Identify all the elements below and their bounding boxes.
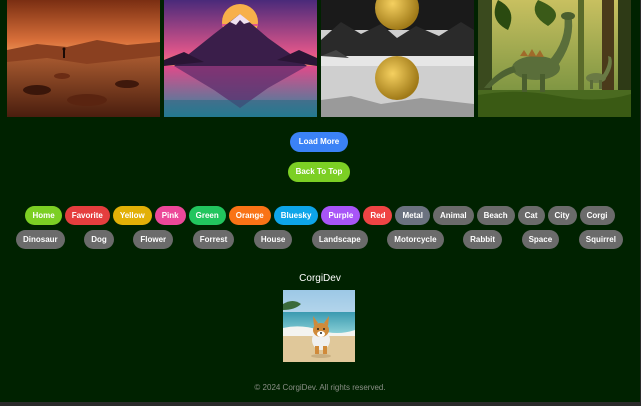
tag-purple[interactable]: Purple [321,206,361,225]
tag-cat[interactable]: Cat [517,206,545,225]
tag-beach[interactable]: Beach [476,206,515,225]
tag-orange[interactable]: Orange [228,206,271,225]
tag-flower[interactable]: Flower [133,230,174,249]
tag-green[interactable]: Green [188,206,226,225]
gallery-image-synthwave-mountain[interactable] [164,0,317,117]
tag-landscape[interactable]: Landscape [311,230,368,249]
tag-forrest[interactable]: Forrest [192,230,235,249]
load-more-button[interactable]: Load More [290,132,348,152]
tag-row-topics: Dinosaur Dog Flower Forrest House Landscape Mo… [0,230,640,250]
tag-row-colors: Home Favorite Yellow Pink Green Orange Bluesky… [0,206,640,226]
tag-red[interactable]: Red [363,206,393,225]
tag-bluesky[interactable]: Bluesky [273,206,319,225]
tag-motorcycle[interactable]: Motorcycle [387,230,444,249]
gallery-image-dinosaur-forest[interactable] [478,0,631,117]
footer-copyright: © 2024 CorgiDev. All rights reserved. [254,383,386,392]
tag-filter-bar: Home Favorite Yellow Pink Green Orange Bluesky… [0,206,640,250]
corgi-logo-image [283,290,355,362]
tag-squirrel[interactable]: Squirrel [578,230,623,249]
tag-pink[interactable]: Pink [154,206,186,225]
gallery-image-mars-landscape[interactable] [7,0,160,117]
tag-dog[interactable]: Dog [84,230,114,249]
tag-city[interactable]: City [547,206,577,225]
golden-moon-ink-landscape-image [321,0,474,117]
synthwave-mountain-image [164,0,317,117]
mars-landscape-image [7,0,160,117]
browser-frame: Load More Back To Top Home Favorite Yellow… [0,0,641,406]
tag-animal[interactable]: Animal [432,206,474,225]
tag-home[interactable]: Home [25,206,62,225]
gallery-image-golden-moon-landscape[interactable] [321,0,474,117]
brand-name: CorgiDev [299,273,341,284]
back-to-top-button[interactable]: Back To Top [288,162,350,182]
tag-favorite[interactable]: Favorite [64,206,110,225]
tag-house[interactable]: House [253,230,293,249]
tag-space[interactable]: Space [521,230,560,249]
image-gallery [7,0,631,117]
tag-metal[interactable]: Metal [395,206,430,225]
tag-dinosaur[interactable]: Dinosaur [16,230,65,249]
corgi-beach-logo [283,290,355,362]
dinosaur-forest-image [478,0,631,117]
tag-yellow[interactable]: Yellow [112,206,152,225]
tag-rabbit[interactable]: Rabbit [463,230,502,249]
page: Load More Back To Top Home Favorite Yellow… [0,0,640,402]
tag-corgi[interactable]: Corgi [579,206,615,225]
